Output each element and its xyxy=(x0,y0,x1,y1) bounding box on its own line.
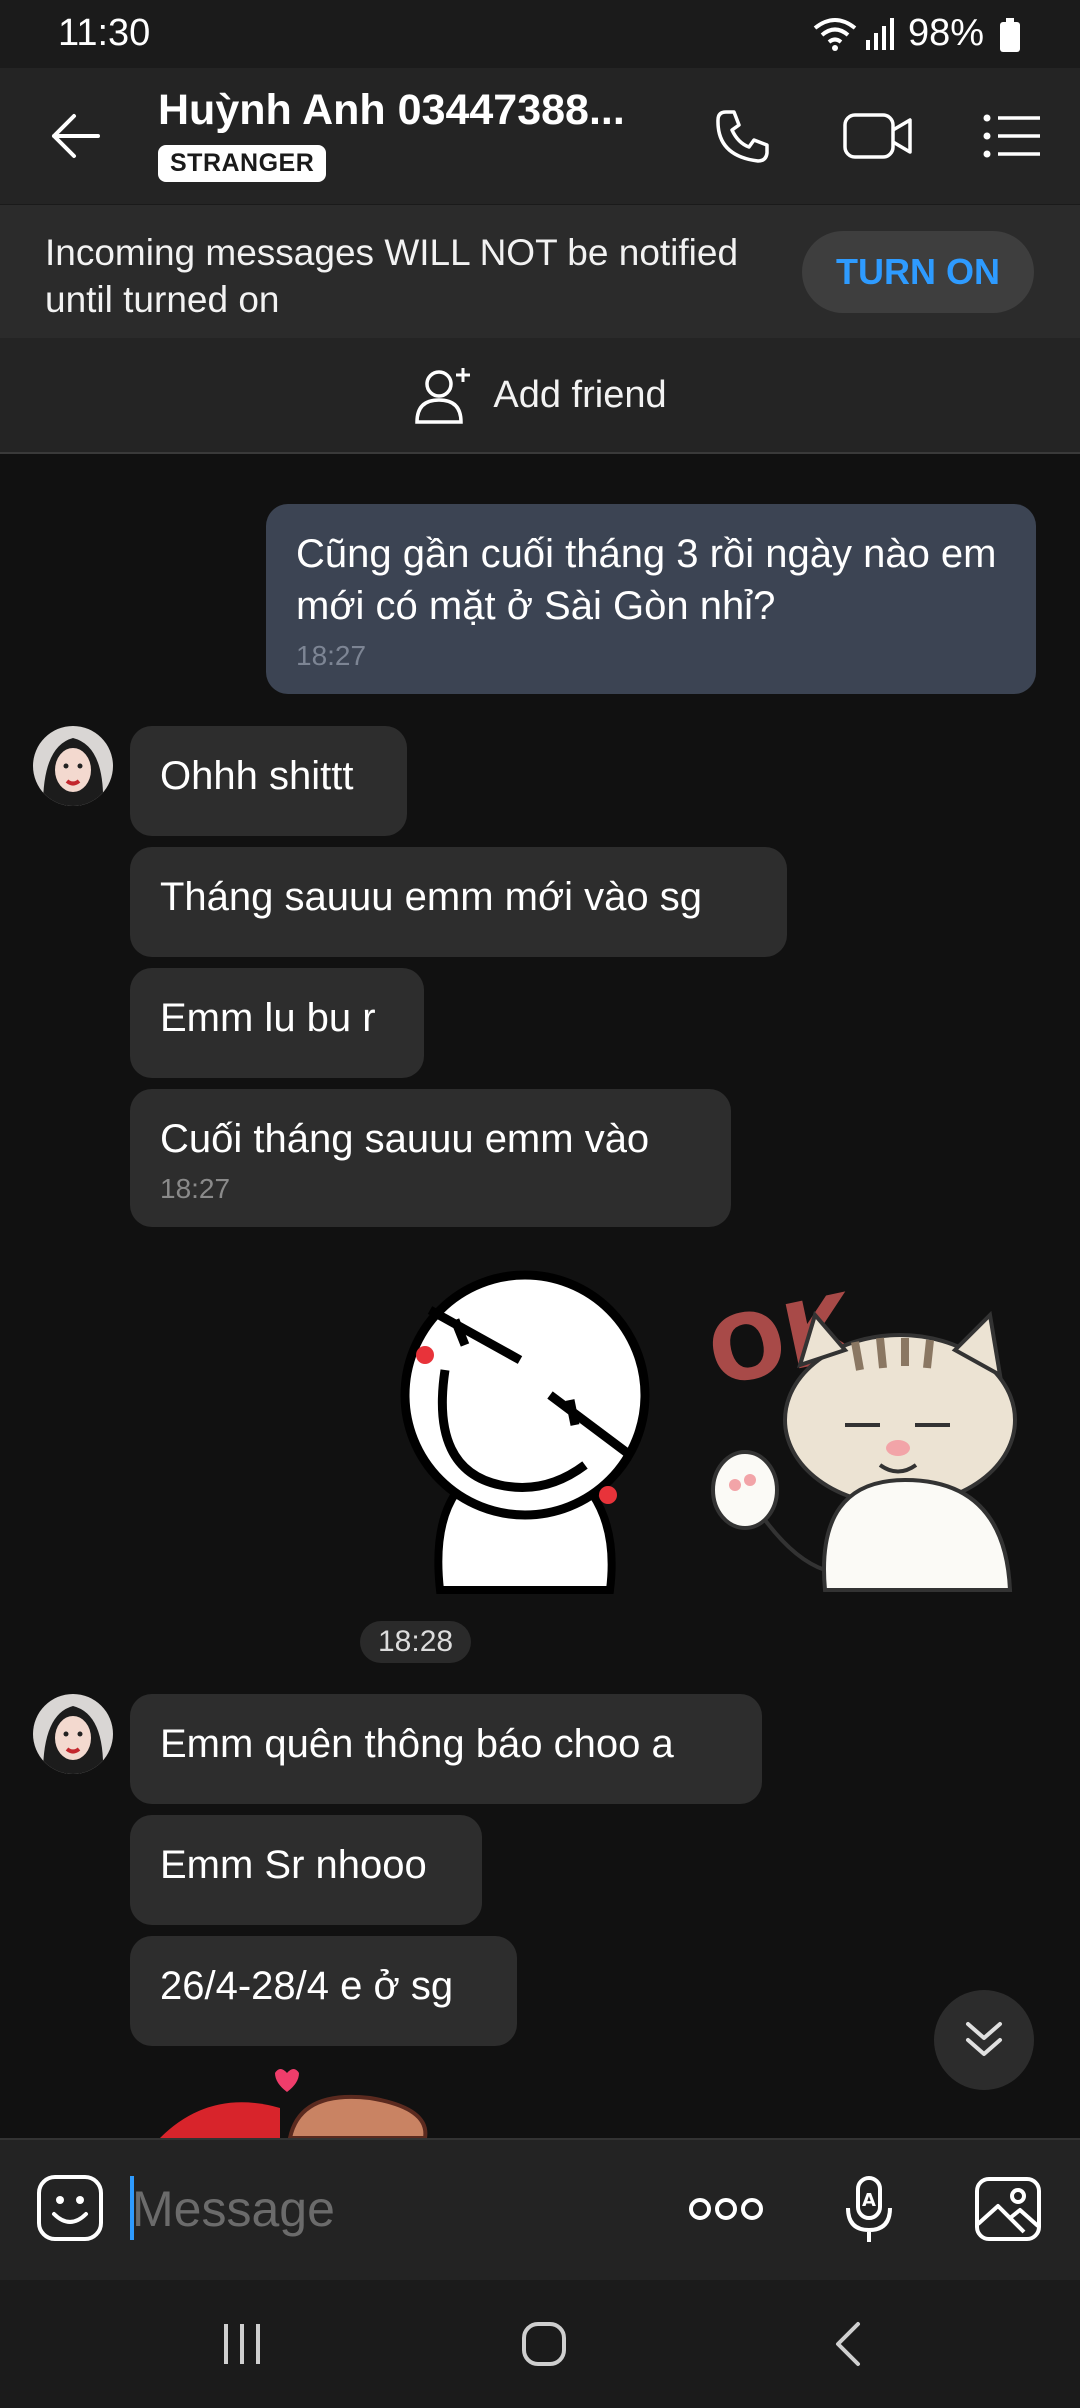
more-icon[interactable] xyxy=(688,2196,764,2222)
signal-icon xyxy=(866,18,896,50)
phone-icon[interactable] xyxy=(712,106,772,166)
incoming-message[interactable]: Emm Sr nhooo xyxy=(130,1815,482,1925)
menu-icon[interactable] xyxy=(982,112,1042,160)
emoji-icon[interactable] xyxy=(36,2174,104,2242)
status-bar: 11:30 98% xyxy=(0,0,1080,68)
incoming-message[interactable]: Ohhh shittt xyxy=(130,726,407,836)
incoming-message[interactable]: Cuối tháng sauuu emm vào 18:27 xyxy=(130,1089,731,1227)
stranger-badge: STRANGER xyxy=(158,145,327,182)
message-input-bar: Message A xyxy=(0,2138,1080,2282)
outgoing-message[interactable]: Cũng gần cuối tháng 3 rồi ngày nào em mớ… xyxy=(266,504,1036,694)
sticker-time: 18:28 xyxy=(360,1621,472,1663)
incoming-message[interactable]: Tháng sauuu emm mới vào sg xyxy=(130,847,787,957)
avatar[interactable] xyxy=(33,726,113,806)
svg-text:A: A xyxy=(862,2190,876,2211)
turn-on-button[interactable]: TURN ON xyxy=(802,231,1034,313)
message-time: 18:27 xyxy=(160,1173,231,1204)
add-friend-button[interactable]: Add friend xyxy=(0,338,1080,454)
notification-notice: Incoming messages WILL NOT be notified u… xyxy=(0,204,1080,339)
message-text: Tháng sauuu emm mới vào sg xyxy=(160,875,703,919)
sticker-ok-cat[interactable]: OK xyxy=(705,1270,1035,1600)
battery-icon xyxy=(1000,18,1020,52)
contact-name[interactable]: Huỳnh Anh 03447388... xyxy=(158,86,625,135)
message-text: Ohhh shittt xyxy=(160,754,354,798)
video-icon[interactable] xyxy=(842,110,914,162)
image-icon[interactable] xyxy=(974,2176,1042,2242)
avatar[interactable] xyxy=(33,1694,113,1774)
incoming-message[interactable]: Emm quên thông báo choo a xyxy=(130,1694,762,1804)
message-text: 26/4-28/4 e ở sg xyxy=(160,1964,454,2008)
sticker-partial[interactable] xyxy=(150,2068,450,2138)
sticker-face[interactable] xyxy=(370,1270,680,1600)
message-text: Cũng gần cuối tháng 3 rồi ngày nào em mớ… xyxy=(296,532,997,628)
message-text: Emm lu bu r xyxy=(160,996,376,1040)
battery-percent: 98% xyxy=(908,12,985,54)
voice-text-icon[interactable]: A xyxy=(842,2174,898,2246)
chat-header: Huỳnh Anh 03447388... STRANGER xyxy=(0,68,1080,204)
message-time: 18:27 xyxy=(296,640,367,671)
incoming-message[interactable]: Emm lu bu r xyxy=(130,968,424,1078)
incoming-message[interactable]: 26/4-28/4 e ở sg xyxy=(130,1936,517,2046)
scroll-down-button[interactable] xyxy=(934,1990,1034,2090)
home-icon[interactable] xyxy=(520,2320,568,2368)
nav-back-icon[interactable] xyxy=(830,2320,866,2368)
add-person-icon xyxy=(413,366,475,424)
chevron-double-down-icon xyxy=(962,2018,1006,2062)
message-input[interactable]: Message xyxy=(132,2180,335,2238)
message-text: Emm Sr nhooo xyxy=(160,1843,427,1887)
wifi-icon xyxy=(812,16,858,52)
system-nav-bar xyxy=(0,2280,1080,2408)
message-text: Emm quên thông báo choo a xyxy=(160,1722,674,1766)
status-time: 11:30 xyxy=(58,12,151,54)
recents-icon[interactable] xyxy=(220,2322,264,2366)
back-arrow-icon[interactable] xyxy=(50,112,102,160)
add-friend-label: Add friend xyxy=(493,373,667,416)
message-text: Cuối tháng sauuu emm vào xyxy=(160,1117,650,1161)
notice-text: Incoming messages WILL NOT be notified u… xyxy=(45,232,739,320)
